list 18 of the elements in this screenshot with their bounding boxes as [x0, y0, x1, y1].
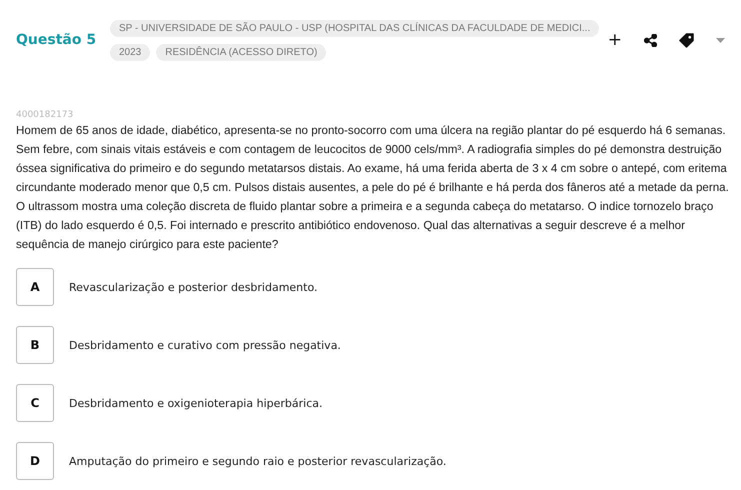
question-id: 4000182173 — [16, 110, 74, 121]
option-button[interactable]: C — [16, 384, 54, 422]
option-button[interactable]: B — [16, 326, 54, 364]
tag-icon[interactable] — [679, 32, 694, 48]
question-text: Homem de 65 anos de idade, diabético, apresenta-se no pronto-socorro com uma úlcera na região plantar do pé esquerdo há 6 semanas. Sem febre, com sinais vitais estáveis e com contagem de leucocitos de 9000 cels/mm³. A radiografia simples do pé demonstra destruição óssea significativa do primeiro e do segundo metatarsos distais. Ao exame, há uma ferida aberta de 3 x 4 cm sobre o antepé, com eritema circundante moderado menor que 0,5 cm. Pulsos distais ausentes, a pele do pé é brilhante e há perda dos fâneros até a metade da perna. O ultrassom mostra uma coleção discreta de fluido plantar sobre a primeira e a segunda cabeça do metatarso. O indice tornozelo braço (ITB) do lado esquerdo é 0,5. Foi internado e prescrito antibiótico endovenoso. Qual das alternativas a seguir descreve é a melhor sequência de manejo cirúrgico para este paciente? — [16, 123, 730, 253]
caret-icon[interactable] — [716, 38, 725, 42]
tag-chip[interactable]: SP - UNIVERSIDADE DE SÃO PAULO - USP (HOSPITAL DAS CLÍNICAS DA FACULDADE DE MEDICI... — [110, 20, 600, 36]
question-title: Questão 5 — [16, 32, 98, 48]
share-icon[interactable] — [644, 34, 657, 46]
option-text: Desbridamento e oxigenioterapia hiperbárica. — [69, 396, 322, 410]
add-button[interactable]: + — [608, 30, 622, 50]
tag-chip[interactable]: RESIDÊNCIA (ACESSO DIRETO) — [156, 44, 326, 60]
option-button[interactable]: D — [16, 442, 54, 480]
option-text: Amputação do primeiro e segundo raio e posterior revascularização. — [69, 454, 446, 468]
option-text: Desbridamento e curativo com pressão negativa. — [69, 338, 341, 352]
option-button[interactable]: A — [16, 268, 54, 306]
option-text: Revascularização e posterior desbridamento. — [69, 280, 318, 294]
tag-chip[interactable]: 2023 — [110, 44, 150, 60]
